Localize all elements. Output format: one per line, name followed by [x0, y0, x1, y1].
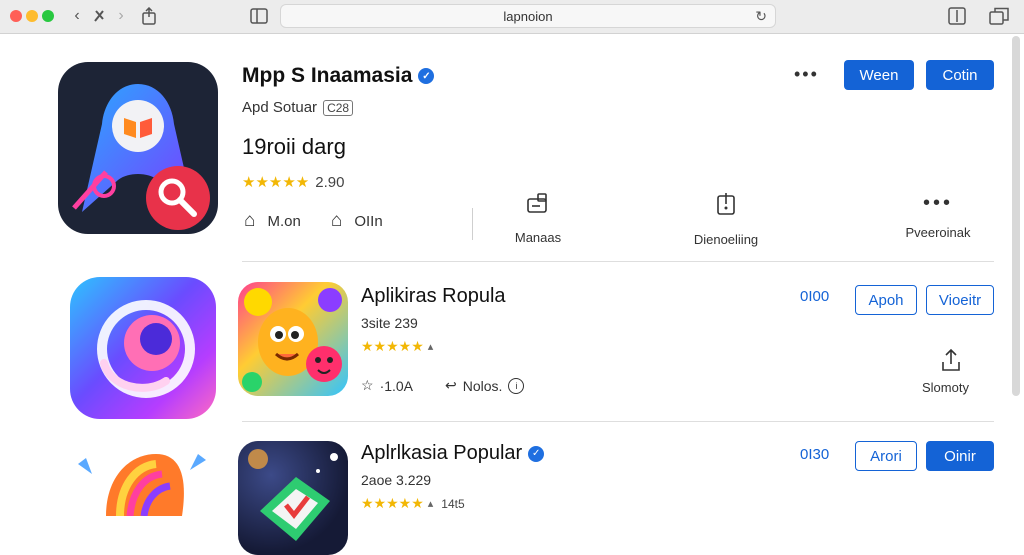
swirl-app-icon[interactable] [70, 277, 216, 419]
row-1-meta-star-icon: ☆ [361, 377, 374, 393]
featured-app-title: Mpp S Inaamasia ✓ [242, 64, 435, 88]
download-icon [676, 192, 776, 222]
row-2-meta-1: 14t5 [441, 496, 465, 511]
row-2-open-button[interactable]: Arori [855, 441, 917, 471]
browser-toolbar: ‹ › lapnoion ↻ [0, 0, 1024, 34]
forward-icon[interactable]: › [110, 5, 132, 27]
row-1-subtitle: 3site 239 [361, 315, 418, 331]
home-outline-icon: ⌂ [330, 210, 343, 231]
url-text: lapnoion [503, 8, 553, 24]
rating-stars-icon: ★★★★★ [242, 174, 310, 191]
row-1-view-button[interactable]: Vioeitr [926, 285, 994, 315]
get-button[interactable]: Cotin [926, 60, 994, 90]
manage-action[interactable]: Manaas [488, 192, 588, 245]
row-2-count: 0I30 [800, 446, 830, 463]
manage-label: Manaas [514, 230, 562, 245]
row-1-stars-icon: ★★★★★ [361, 338, 424, 354]
verified-check-icon: ✓ [418, 68, 435, 84]
row-2-get-button[interactable]: Oinir [926, 441, 994, 471]
share-icon[interactable] [138, 5, 160, 27]
row-1-meta-1: ·1.0A [379, 377, 414, 394]
house-icon: ⌂ [244, 210, 256, 231]
manage-icon [488, 192, 588, 220]
download-label: Dienoeliing [693, 232, 759, 247]
row-2-title[interactable]: Aplrlkasia Popular ✓ [361, 442, 545, 465]
row-1-rating-caret-icon: ▴ [427, 341, 434, 353]
close-window-button[interactable] [10, 10, 22, 22]
row-1-rating: ★★★★★ ▴ [361, 338, 433, 355]
scrollbar[interactable] [1012, 36, 1020, 396]
row-1-count: 0I00 [800, 288, 830, 305]
downloads-icon[interactable] [946, 5, 968, 27]
row-1-app-icon[interactable] [238, 282, 348, 396]
featured-size: 19roii darg [242, 134, 346, 159]
download-action[interactable]: Dienoeliing [676, 192, 776, 247]
featured-stats: ⌂ M.on ⌂ OIIn [244, 210, 383, 232]
row-1-title[interactable]: Aplikiras Ropula [361, 285, 506, 308]
back-icon[interactable]: ‹ [66, 5, 88, 27]
row-1-meta-2: Nolos. [462, 377, 503, 394]
new-button[interactable]: Ween [844, 60, 914, 90]
tabs-icon[interactable] [988, 5, 1010, 27]
row-2-subtitle: 2aoe 3.229 [361, 472, 432, 488]
minimize-window-button[interactable] [26, 10, 38, 22]
section-divider [242, 261, 994, 262]
row-2-app-icon[interactable] [238, 441, 348, 555]
row-1-open-button[interactable]: Apoh [855, 285, 917, 315]
zoom-window-button[interactable] [42, 10, 54, 22]
shell-app-icon[interactable] [70, 446, 216, 516]
row-divider [242, 421, 994, 422]
age-rating-badge: C28 [323, 99, 354, 116]
featured-app-icon[interactable] [58, 62, 218, 234]
row-2-verified-check-icon: ✓ [528, 445, 545, 462]
row-1-title-text: Aplikiras Ropula [361, 285, 506, 307]
rating-value: 2.90 [315, 173, 345, 191]
more-dots-icon: ••• [922, 192, 953, 214]
stats-divider [472, 208, 473, 240]
reload-icon[interactable]: ↻ [755, 8, 767, 25]
featured-rating: ★★★★★ 2.90 [242, 173, 345, 192]
row-2-stars-icon: ★★★★★ [361, 495, 424, 511]
developer-name[interactable]: Apd Sotuar [242, 99, 317, 116]
row-1-meta-arrow-icon: ↩ [445, 377, 457, 393]
address-bar[interactable]: lapnoion ↻ [280, 4, 776, 28]
row-1-share-icon[interactable] [940, 348, 962, 378]
hide-icon[interactable] [88, 5, 110, 27]
row-2-rating-caret-icon: ▴ [427, 498, 434, 510]
featured-title-text: Mpp S Inaamasia [242, 64, 413, 87]
row-2-title-text: Aplrlkasia Popular [361, 442, 523, 464]
row-2-rating: ★★★★★ ▴ 14t5 [361, 495, 465, 512]
sidebar-icon[interactable] [248, 5, 270, 27]
stat-1-value: M.on [267, 212, 301, 230]
more-action-label: Pveeroinak [905, 225, 971, 240]
featured-developer: Apd Sotuar C28 [242, 99, 354, 116]
stat-2-value: OIIn [354, 212, 383, 230]
row-1-share-label: Slomoty [922, 380, 969, 395]
more-options-icon[interactable]: ••• [794, 64, 819, 85]
row-1-meta: ☆ ·1.0A ↩ Nolos. i [361, 377, 525, 394]
more-action[interactable]: ••• Pveeroinak [888, 192, 988, 240]
row-1-clock-icon: i [508, 377, 525, 394]
